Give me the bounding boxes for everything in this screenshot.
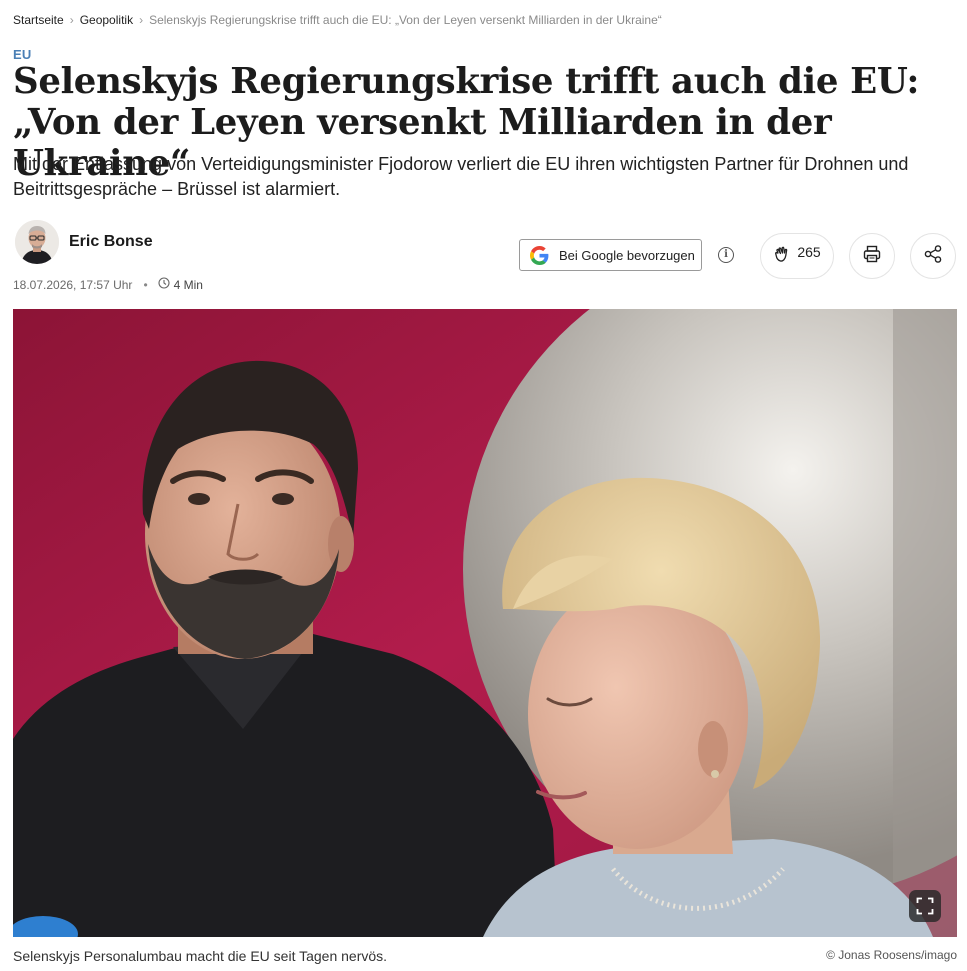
article-kicker[interactable]: EU: [13, 47, 31, 62]
breadcrumb-home[interactable]: Startseite: [13, 13, 64, 27]
chevron-right-icon: ›: [139, 13, 144, 27]
share-icon: [923, 244, 943, 269]
clap-count: 265: [797, 244, 821, 260]
print-button[interactable]: [849, 233, 895, 279]
image-credit: © Jonas Roosens/imago: [826, 948, 957, 962]
breadcrumb-geopolitik[interactable]: Geopolitik: [80, 13, 133, 27]
google-button-label: Bei Google bevorzugen: [559, 247, 695, 263]
breadcrumb-current: Selenskyjs Regierungskrise trifft auch d…: [149, 13, 662, 27]
fullscreen-button[interactable]: [909, 890, 941, 922]
publish-date: 18.07.2026, 17:57 Uhr: [13, 277, 133, 292]
image-caption: Selenskyjs Personalumbau macht die EU se…: [13, 948, 388, 964]
clock-icon: [158, 277, 170, 292]
google-logo-icon: [530, 245, 549, 265]
article-lead: Mit der Entlassung von Verteidigungsmini…: [13, 154, 909, 199]
author-avatar[interactable]: [15, 220, 59, 264]
share-button[interactable]: [910, 233, 956, 279]
clap-button[interactable]: 265: [760, 233, 834, 279]
article-meta: 18.07.2026, 17:57 Uhr • 4 Min: [13, 277, 203, 292]
meta-separator: •: [143, 277, 148, 292]
breadcrumb: Startseite › Geopolitik › Selenskyjs Reg…: [13, 12, 662, 28]
fullscreen-icon: [916, 897, 934, 915]
google-preferred-source-button[interactable]: Bei Google bevorzugen: [519, 239, 702, 271]
chevron-right-icon: ›: [69, 13, 74, 27]
author-name[interactable]: Eric Bonse: [69, 233, 153, 251]
hero-image[interactable]: [13, 309, 957, 937]
clap-hands-icon: [773, 244, 793, 269]
printer-icon: [862, 244, 882, 269]
read-time: 4 Min: [173, 277, 203, 292]
info-icon[interactable]: i: [718, 247, 734, 263]
